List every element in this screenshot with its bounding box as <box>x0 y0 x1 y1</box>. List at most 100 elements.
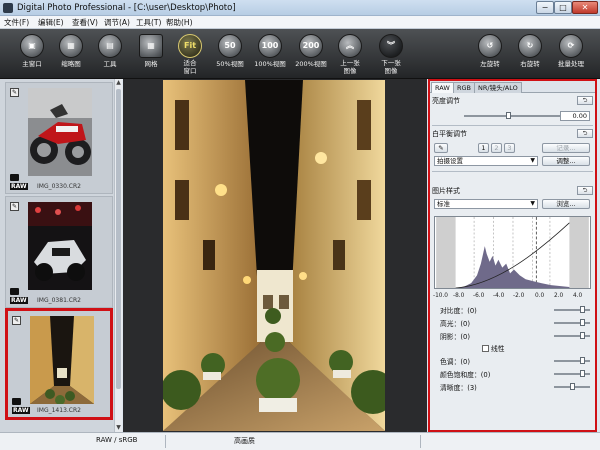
menu-view[interactable]: 查看(V) <box>72 17 98 28</box>
tool-palette: RAW RGB NR/镜头/ALO 亮度调节 ⮌ 0.00 白平衡调节 ⮌ ✎ … <box>428 79 597 432</box>
wb-register-button[interactable]: 记录... <box>542 143 590 153</box>
linear-checkbox[interactable]: 线性 <box>482 343 505 353</box>
close-button[interactable]: ✕ <box>572 1 598 14</box>
rotate-right-button[interactable]: ↻ 右旋转 <box>510 32 550 78</box>
thumbnail-photo-racecar <box>28 202 92 290</box>
thumbnail-panel: ✎ RAW IMG_0330.CR2 ✎ RAW IMG_0381.CR2 ✎ <box>0 79 122 432</box>
menu-adjust[interactable]: 调节(A) <box>104 17 130 28</box>
edit-mark-icon: ✎ <box>10 202 19 211</box>
previous-image-button[interactable]: ︽ 上一张 图像 <box>330 32 370 78</box>
tab-raw[interactable]: RAW <box>431 82 454 93</box>
brightness-reset-button[interactable]: ⮌ <box>577 96 593 105</box>
divider <box>432 171 593 172</box>
picture-style-title: 图片样式 <box>432 187 460 195</box>
brightness-section: 亮度调节 ⮌ <box>432 96 593 106</box>
histogram-tick: 4.0 <box>573 293 583 299</box>
scroll-thumb[interactable] <box>116 89 121 389</box>
fit-window-button[interactable]: Fit 适合 窗口 <box>170 32 210 78</box>
scroll-up-icon[interactable]: ▲ <box>115 79 122 87</box>
zoom-200-button[interactable]: 200 200%视图 <box>291 32 331 78</box>
brightness-slider-knob[interactable] <box>506 112 511 119</box>
camera-icon <box>12 398 21 405</box>
tone-slider-knob[interactable] <box>580 357 585 364</box>
next-image-button[interactable]: ︾ 下一张 图像 <box>371 32 411 78</box>
highlight-slider-knob[interactable] <box>580 319 585 326</box>
quality-status: 高画质 <box>234 437 255 445</box>
shadow-slider-knob[interactable] <box>580 332 585 339</box>
histogram-tick: -6.0 <box>473 293 485 299</box>
contrast-slider-knob[interactable] <box>580 306 585 313</box>
tab-nr-lens-alo[interactable]: NR/镜头/ALO <box>474 82 522 93</box>
wb-setting-dropdown[interactable]: 拍摄设置 ▼ <box>434 156 538 166</box>
checkbox-icon <box>482 345 489 352</box>
camera-icon <box>10 288 19 295</box>
divider <box>420 435 421 448</box>
thumbnail-filename: IMG_1413.CR2 <box>37 407 81 414</box>
histogram-tick: 0.0 <box>535 293 545 299</box>
picture-style-reset-button[interactable]: ⮌ <box>577 186 593 195</box>
main-window-button[interactable]: ▣ 主窗口 <box>12 32 52 78</box>
batch-process-icon: ⟳ <box>559 34 583 58</box>
tab-rgb[interactable]: RGB <box>453 82 476 93</box>
white-balance-section: 白平衡调节 ⮌ <box>432 129 593 139</box>
saturation-label: 颜色饱和度：(0) <box>440 371 491 379</box>
menu-bar: 文件(F) 编辑(E) 查看(V) 调节(A) 工具(T) 帮助(H) <box>0 16 600 29</box>
main-window-icon: ▣ <box>20 34 44 58</box>
sharpness-slider-knob[interactable] <box>570 383 575 390</box>
main-preview-image[interactable] <box>163 80 385 431</box>
menu-edit[interactable]: 编辑(E) <box>38 17 64 28</box>
tone-curve-histogram[interactable] <box>434 216 591 289</box>
eyedropper-button[interactable]: ✎ <box>434 143 448 153</box>
thumbnail-item-selected[interactable]: ✎ RAW IMG_1413.CR2 <box>5 308 113 420</box>
tool-button[interactable]: ▤ 工具 <box>90 32 130 78</box>
wb-preset-3[interactable]: 3 <box>504 143 515 153</box>
zoom-100-button[interactable]: 100 100%视图 <box>250 32 290 78</box>
minimize-button[interactable]: − <box>536 1 554 14</box>
wb-preset-2[interactable]: 2 <box>491 143 502 153</box>
thumbnail-button[interactable]: ▦ 缩略图 <box>51 32 91 78</box>
scroll-down-icon[interactable]: ▼ <box>115 424 122 432</box>
thumbnail-item[interactable]: ✎ RAW IMG_0381.CR2 <box>5 196 113 308</box>
edit-mark-icon: ✎ <box>12 316 21 325</box>
grid-button[interactable]: ▦ 网格 <box>131 32 171 78</box>
eyedropper-icon: ✎ <box>438 144 444 152</box>
edit-mark-icon: ✎ <box>10 88 19 97</box>
highlight-label: 高光：(0) <box>440 320 471 328</box>
linear-label: 线性 <box>491 345 505 353</box>
tool-icon: ▤ <box>98 34 122 58</box>
brightness-title: 亮度调节 <box>432 97 460 105</box>
saturation-slider-knob[interactable] <box>580 370 585 377</box>
maximize-button[interactable]: □ <box>554 1 572 14</box>
image-viewer <box>123 79 427 432</box>
picture-style-dropdown[interactable]: 标准 ▼ <box>434 199 538 209</box>
histogram-tick: -4.0 <box>493 293 505 299</box>
wb-setting-value: 拍摄设置 <box>437 157 463 165</box>
contrast-label: 对比度：(0) <box>440 307 477 315</box>
zoom-50-icon: 50 <box>218 34 242 58</box>
batch-process-button[interactable]: ⟳ 批量处理 <box>551 32 591 78</box>
rotate-left-button[interactable]: ↺ 左旋转 <box>470 32 510 78</box>
chevron-down-icon: ▼ <box>530 157 535 164</box>
shadow-label: 阴影：(0) <box>440 333 471 341</box>
wb-adjust-button[interactable]: 调整... <box>542 156 590 166</box>
window-title: Digital Photo Professional - [C:\user\De… <box>17 3 236 13</box>
thumbnail-item[interactable]: ✎ RAW IMG_0330.CR2 <box>5 82 113 194</box>
color-mode-status: RAW / sRGB <box>96 436 138 444</box>
wb-preset-1[interactable]: 1 <box>478 143 489 153</box>
rotate-right-icon: ↻ <box>518 34 542 58</box>
brightness-value-field[interactable]: 0.00 <box>560 111 590 121</box>
tone-label: 色调：(0) <box>440 358 471 366</box>
chevron-down-icon: ▼ <box>530 200 535 207</box>
next-image-icon: ︾ <box>379 34 403 58</box>
white-balance-reset-button[interactable]: ⮌ <box>577 129 593 138</box>
thumbnail-scrollbar[interactable]: ▲ ▼ <box>114 79 122 432</box>
camera-icon <box>10 174 19 181</box>
menu-help[interactable]: 帮助(H) <box>166 17 193 28</box>
menu-file[interactable]: 文件(F) <box>4 17 29 28</box>
zoom-50-button[interactable]: 50 50%视图 <box>210 32 250 78</box>
previous-image-icon: ︽ <box>338 34 362 58</box>
menu-tools[interactable]: 工具(T) <box>136 17 161 28</box>
zoom-200-icon: 200 <box>299 34 323 58</box>
picture-style-browse-button[interactable]: 浏览... <box>542 199 590 209</box>
brightness-slider[interactable] <box>464 115 560 117</box>
